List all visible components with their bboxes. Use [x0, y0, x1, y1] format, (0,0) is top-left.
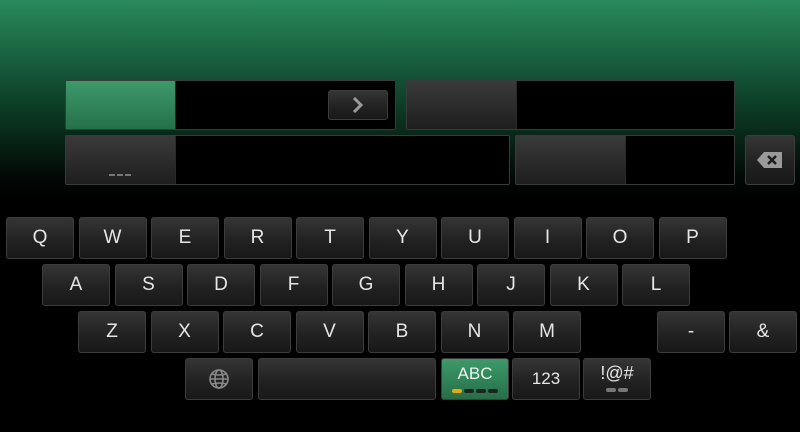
field-3-label-segment: [66, 136, 176, 184]
backspace-button[interactable]: [745, 135, 795, 185]
key-u[interactable]: U: [441, 217, 509, 259]
mode-symbols-button[interactable]: !@#: [583, 358, 651, 400]
input-field-3[interactable]: [65, 135, 510, 185]
mode-123-label: 123: [531, 369, 561, 388]
key-o[interactable]: O: [586, 217, 654, 259]
key-h[interactable]: H: [404, 264, 473, 306]
field-4-label-segment: [516, 136, 626, 184]
key-d[interactable]: D: [187, 264, 255, 306]
key-y[interactable]: Y: [368, 217, 437, 259]
chevron-right-icon: [352, 97, 364, 113]
globe-icon: [209, 369, 229, 389]
mode-abc-indicator: [442, 389, 508, 393]
key-i[interactable]: I: [513, 217, 582, 259]
key-k[interactable]: K: [549, 264, 618, 306]
key-m[interactable]: M: [513, 311, 581, 353]
globe-button[interactable]: [185, 358, 253, 400]
mode-123-button[interactable]: 123: [512, 358, 580, 400]
dash-indicator: [109, 172, 131, 176]
key-c[interactable]: C: [223, 311, 291, 353]
key-t[interactable]: T: [296, 217, 364, 259]
mode-symbols-indicator: [584, 388, 650, 392]
key-n[interactable]: N: [440, 311, 509, 353]
key-z[interactable]: Z: [78, 311, 146, 353]
input-field-4[interactable]: [515, 135, 735, 185]
field-1-label-segment: [66, 81, 176, 129]
key-w[interactable]: W: [78, 217, 147, 259]
key-s[interactable]: S: [114, 264, 183, 306]
key-ampersand[interactable]: &: [729, 311, 797, 353]
key-v[interactable]: V: [295, 311, 364, 353]
key-a[interactable]: A: [42, 264, 110, 306]
mode-abc-button[interactable]: ABC: [441, 358, 509, 400]
space-bar[interactable]: [258, 358, 436, 400]
key-e[interactable]: E: [151, 217, 219, 259]
key-q[interactable]: Q: [6, 217, 74, 259]
key-b[interactable]: B: [368, 311, 436, 353]
key-f[interactable]: F: [259, 264, 328, 306]
key-p[interactable]: P: [658, 217, 727, 259]
input-field-1[interactable]: [65, 80, 396, 130]
field-2-label-segment: [407, 81, 517, 129]
key-j[interactable]: J: [477, 264, 545, 306]
mode-symbols-label: !@#: [600, 363, 634, 383]
key-g[interactable]: G: [332, 264, 400, 306]
key-r[interactable]: R: [223, 217, 292, 259]
key-hyphen[interactable]: -: [657, 311, 725, 353]
next-button[interactable]: [328, 90, 388, 120]
backspace-icon: [757, 152, 782, 168]
input-field-2[interactable]: [406, 80, 735, 130]
mode-abc-label: ABC: [457, 364, 493, 383]
key-x[interactable]: X: [150, 311, 219, 353]
key-l[interactable]: L: [622, 264, 690, 306]
